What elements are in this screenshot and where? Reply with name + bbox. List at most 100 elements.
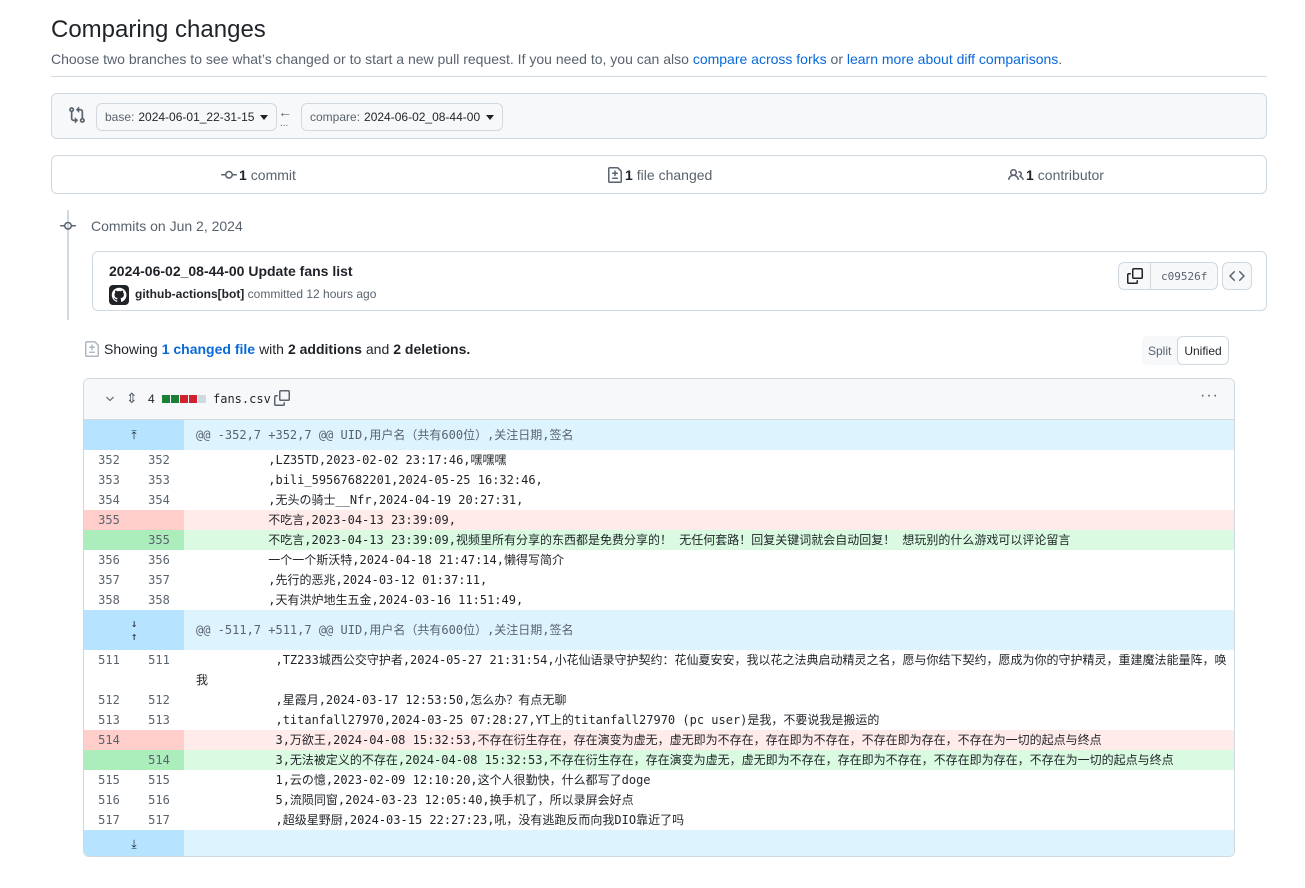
people-icon — [1008, 168, 1024, 181]
new-line-number[interactable]: 512 — [134, 690, 184, 710]
line-content: 3,万欲王,2024-04-08 15:32:53,不存在衍生存在，存在演变为虚… — [184, 730, 1234, 750]
new-line-number[interactable] — [134, 510, 184, 530]
file-header: ⇕ 4 fans.csv ··· — [84, 379, 1234, 420]
old-line-number[interactable]: 513 — [84, 710, 134, 730]
old-line-number[interactable] — [84, 530, 134, 550]
kebab-horizontal-icon[interactable]: ··· — [1200, 387, 1219, 405]
page-subtitle: Choose two branches to see what’s change… — [51, 51, 1062, 67]
old-line-number[interactable]: 515 — [84, 770, 134, 790]
triangle-down-icon — [486, 114, 495, 120]
old-line-number[interactable]: 516 — [84, 790, 134, 810]
subtitle-text: Choose two branches to see what’s change… — [51, 51, 689, 67]
range-editor: base: 2024-06-01_22-31-15 ← ... compare:… — [51, 93, 1267, 139]
diff-line: 353 353 ,bili_59567682201,2024-05-25 16:3… — [84, 470, 1234, 490]
line-content: 一个一个斯沃特,2024-04-18 21:47:14,懒得写简介 — [196, 553, 564, 567]
copy-icon — [1126, 268, 1143, 284]
commit-message-link[interactable]: 2024-06-02_08-44-00 Update fans list — [109, 263, 353, 279]
old-line-number[interactable]: 512 — [84, 690, 134, 710]
compare-branch-select[interactable]: compare: 2024-06-02_08-44-00 — [301, 103, 504, 131]
old-line-number[interactable]: 352 — [84, 450, 134, 470]
base-branch-select[interactable]: base: 2024-06-01_22-31-15 — [96, 103, 278, 131]
diff-line: 352 352 ,LZ35TD,2023-02-02 23:17:46,嘿嘿嘿 — [84, 450, 1234, 470]
new-line-number[interactable]: 517 — [134, 810, 184, 830]
diff-line: 515 515 1,云の憶,2023-02-09 12:10:20,这个人很勤快，… — [84, 770, 1234, 790]
new-line-number[interactable]: 353 — [134, 470, 184, 490]
old-line-number[interactable]: 355 — [84, 510, 134, 530]
github-mark-icon — [111, 287, 127, 302]
new-line-number[interactable]: 513 — [134, 710, 184, 730]
files-stat[interactable]: 1 file changed — [607, 167, 712, 183]
subtitle-or: or — [830, 51, 843, 67]
copy-sha-button[interactable] — [1119, 263, 1151, 289]
hunk-header: ⤒ @@ -352,7 +352,7 @@ UID,用户名（共有600位）,关注… — [84, 420, 1234, 450]
old-line-number[interactable]: 357 — [84, 570, 134, 590]
deletions-count: 2 deletions. — [393, 341, 471, 357]
deleted-line: 514 3,万欲王,2024-04-08 15:32:53,不存在衍生存在，存在… — [84, 730, 1234, 750]
learn-more-link[interactable]: learn more about diff comparisons — [847, 51, 1058, 67]
line-content: ,bili_59567682201,2024-05-25 16:32:46, — [196, 473, 543, 487]
new-line-number[interactable]: 356 — [134, 550, 184, 570]
showing-prefix: Showing — [104, 341, 158, 357]
avatar[interactable] — [109, 285, 129, 305]
new-line-number[interactable] — [134, 730, 184, 750]
showing-with: with — [259, 341, 284, 357]
old-line-number[interactable]: 353 — [84, 470, 134, 490]
diff-line: 354 354 ,无头の骑士__Nfr,2024-04-19 20:27:31, — [84, 490, 1234, 510]
file-name-link[interactable]: fans.csv — [213, 392, 271, 406]
line-content: 1,云の憶,2023-02-09 12:10:20,这个人很勤快，什么都写了do… — [196, 773, 651, 787]
expand-both-icon[interactable]: ↓ ↑ — [84, 610, 184, 650]
new-line-number[interactable]: 352 — [134, 450, 184, 470]
old-line-number[interactable]: 356 — [84, 550, 134, 570]
compare-across-forks-link[interactable]: compare across forks — [693, 51, 827, 67]
old-line-number[interactable]: 358 — [84, 590, 134, 610]
diff-line: 358 358 ,天有洪炉地生五金,2024-03-16 11:51:49, — [84, 590, 1234, 610]
old-line-number[interactable]: 511 — [84, 650, 134, 690]
commit-meta: github-actions[bot] committed 12 hours a… — [135, 287, 376, 301]
new-line-number[interactable]: 357 — [134, 570, 184, 590]
hunk-header: ↓ ↑ @@ -511,7 +511,7 @@ UID,用户名（共有600位）,关… — [84, 610, 1234, 650]
base-value: 2024-06-01_22-31-15 — [138, 110, 255, 124]
new-line-number[interactable]: 516 — [134, 790, 184, 810]
line-content: ,TZ233城西公交守护者,2024-05-27 21:31:54,小花仙语录守… — [196, 653, 1227, 687]
subtitle-period: . — [1058, 51, 1063, 67]
old-line-number[interactable]: 514 — [84, 730, 134, 750]
new-line-number[interactable]: 515 — [134, 770, 184, 790]
contributors-count: 1 — [1026, 167, 1034, 183]
git-compare-icon — [69, 106, 85, 124]
unified-view-button[interactable]: Unified — [1177, 336, 1229, 365]
hunk-header-text: @@ -352,7 +352,7 @@ UID,用户名（共有600位）,关注日期… — [184, 420, 1234, 450]
line-content: ,超级星野厨,2024-03-15 22:27:23,吼，没有逃跑反而向我DIO… — [196, 813, 685, 827]
hunk-rows: 512 512 ,星霞月,2024-03-17 12:53:50,怎么办？有点无聊… — [84, 690, 1234, 830]
new-line-number[interactable]: 511 — [134, 650, 184, 690]
old-line-number[interactable]: 354 — [84, 490, 134, 510]
commits-stat[interactable]: 1 commit — [221, 167, 296, 183]
contributors-label: contributor — [1037, 167, 1104, 183]
expand-up-icon[interactable]: ⤒ — [84, 420, 184, 450]
expand-down-icon[interactable]: ⤓ — [84, 830, 184, 856]
new-line-number[interactable]: 514 — [134, 750, 184, 770]
diffstat-block — [189, 395, 197, 403]
hunk-rows: 352 352 ,LZ35TD,2023-02-02 23:17:46,嘿嘿嘿 35… — [84, 450, 1234, 610]
new-line-number[interactable]: 354 — [134, 490, 184, 510]
changed-files-link[interactable]: 1 changed file — [162, 341, 255, 357]
code-icon — [1229, 270, 1245, 282]
commits-count: 1 — [239, 167, 247, 183]
browse-code-button[interactable] — [1222, 262, 1252, 290]
commits-label: commit — [250, 167, 296, 183]
showing-and: and — [365, 341, 390, 357]
commit-sha-link[interactable]: c09526f — [1151, 263, 1217, 289]
copy-icon[interactable] — [274, 390, 290, 406]
chevron-down-icon[interactable] — [104, 393, 116, 405]
new-line-number[interactable]: 355 — [134, 530, 184, 550]
hunk-header-text: @@ -511,7 +511,7 @@ UID,用户名（共有600位）,关注日期… — [184, 610, 1234, 650]
new-line-number[interactable]: 358 — [134, 590, 184, 610]
contributors-stat[interactable]: 1 contributor — [1008, 167, 1104, 183]
commit-author-link[interactable]: github-actions[bot] — [135, 287, 244, 301]
compare-label: compare: — [310, 110, 361, 124]
old-line-number[interactable]: 517 — [84, 810, 134, 830]
old-line-number[interactable] — [84, 750, 134, 770]
unfold-icon[interactable]: ⇕ — [126, 390, 138, 407]
split-view-button[interactable]: Split — [1142, 336, 1177, 365]
files-label: file changed — [636, 167, 713, 183]
line-content: ,LZ35TD,2023-02-02 23:17:46,嘿嘿嘿 — [196, 453, 507, 467]
